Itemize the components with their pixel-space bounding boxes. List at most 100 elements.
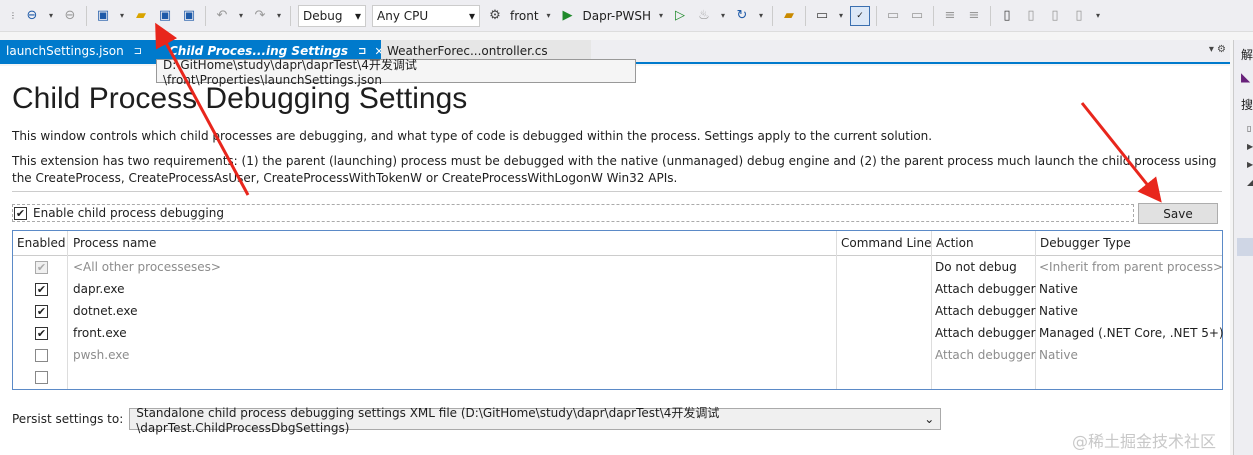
pin-icon[interactable]: ⊐ bbox=[134, 46, 142, 57]
row-debugger-type[interactable]: Native bbox=[1039, 304, 1078, 318]
redo-icon[interactable]: ↷ bbox=[250, 6, 270, 26]
save-all-icon[interactable]: ▣ bbox=[179, 6, 199, 26]
search-char[interactable]: 搜 bbox=[1241, 96, 1253, 113]
row-enabled-checkbox[interactable] bbox=[35, 371, 48, 384]
row-action[interactable]: Do not debug bbox=[935, 260, 1017, 274]
row-enabled-checkbox[interactable]: ✔ bbox=[35, 305, 48, 318]
selected-tree-item[interactable] bbox=[1237, 238, 1253, 256]
platform-value: Any CPU bbox=[377, 8, 429, 23]
persist-label: Persist settings to: bbox=[12, 412, 124, 426]
row-enabled-checkbox[interactable] bbox=[35, 349, 48, 362]
window-layout-icon[interactable]: ▭ bbox=[812, 6, 832, 26]
breakpoint-icon[interactable]: ▭ bbox=[883, 6, 903, 26]
undo-dropdown-icon[interactable]: ▾ bbox=[236, 6, 246, 26]
description-requirements: This extension has two requirements: (1)… bbox=[12, 154, 1217, 185]
bookmark-icon[interactable]: ▯ bbox=[997, 6, 1017, 26]
header-debugger-type[interactable]: Debugger Type bbox=[1040, 236, 1131, 250]
row-action[interactable]: Attach debugger bbox=[935, 348, 1036, 362]
tree-node-icon[interactable]: ▯ bbox=[1247, 124, 1251, 133]
new-item-dropdown-icon[interactable]: ▾ bbox=[117, 6, 127, 26]
persist-select[interactable]: Standalone child process debugging setti… bbox=[129, 406, 942, 435]
tab-launch-settings[interactable]: launchSettings.json ⊐ bbox=[0, 40, 163, 62]
debug-profile-label[interactable]: Dapr-PWSH bbox=[583, 9, 651, 23]
chevron-down-icon: ▾ bbox=[354, 8, 361, 23]
refresh-dropdown-icon[interactable]: ▾ bbox=[756, 6, 766, 26]
description-scope: This window controls which child process… bbox=[12, 129, 933, 143]
spell-check-icon[interactable]: ✓ bbox=[850, 5, 870, 26]
row-action[interactable]: Attach debugger bbox=[935, 304, 1036, 318]
row-debugger-type[interactable]: Native bbox=[1039, 348, 1078, 362]
table-row[interactable]: pwsh.exe Attach debugger Native bbox=[13, 345, 1222, 367]
row-process-name: pwsh.exe bbox=[73, 348, 130, 362]
gear-icon[interactable]: ⚙ bbox=[485, 6, 505, 26]
hot-reload-icon[interactable]: ♨ bbox=[694, 6, 714, 26]
open-folder-icon[interactable]: ▰ bbox=[131, 6, 151, 26]
divider bbox=[12, 191, 1222, 192]
hot-reload-dropdown-icon[interactable]: ▾ bbox=[718, 6, 728, 26]
prev-bookmark-icon[interactable]: ▯ bbox=[1021, 6, 1041, 26]
platform-select[interactable]: Any CPU ▾ bbox=[372, 4, 480, 27]
toolbar-separator bbox=[805, 5, 806, 26]
chevron-right-icon[interactable]: ▶ bbox=[1247, 142, 1253, 151]
row-action[interactable]: Attach debugger bbox=[935, 282, 1036, 296]
table-row[interactable]: ✔ dapr.exe Attach debugger Native bbox=[13, 279, 1222, 301]
tab-overflow-icon[interactable]: ▾ ⚙ bbox=[1209, 44, 1226, 55]
header-enabled[interactable]: Enabled bbox=[17, 236, 66, 250]
tab-label: launchSettings.json bbox=[6, 44, 124, 58]
row-enabled-checkbox[interactable]: ✔ bbox=[35, 283, 48, 296]
chevron-right-icon[interactable]: ▶ bbox=[1247, 160, 1253, 169]
table-row[interactable]: ✔ dotnet.exe Attach debugger Native bbox=[13, 301, 1222, 323]
row-process-name: dotnet.exe bbox=[73, 304, 138, 318]
comment-icon[interactable]: ▭ bbox=[907, 6, 927, 26]
header-command-line[interactable]: Command Line bbox=[841, 236, 932, 250]
chevron-down-icon[interactable]: ◢ bbox=[1247, 178, 1253, 187]
startup-project-label[interactable]: front bbox=[510, 9, 539, 23]
outdent-icon[interactable]: ≡ bbox=[964, 6, 984, 26]
startup-project-dropdown-icon[interactable]: ▾ bbox=[544, 6, 554, 26]
row-debugger-type[interactable]: <Inherit from parent process> bbox=[1039, 260, 1223, 274]
next-bookmark-icon[interactable]: ▯ bbox=[1045, 6, 1065, 26]
layout-dropdown-icon[interactable]: ▾ bbox=[836, 6, 846, 26]
new-item-icon[interactable]: ▣ bbox=[93, 6, 113, 26]
file-path-tooltip: D:\GitHome\study\dapr\daprTest\4开发调试\fro… bbox=[156, 58, 636, 87]
enable-child-debugging-checkbox[interactable]: ✔ bbox=[14, 206, 27, 220]
page-title: Child Process Debugging Settings bbox=[12, 82, 468, 115]
clear-bookmarks-icon[interactable]: ▯ bbox=[1069, 6, 1089, 26]
table-row-new[interactable] bbox=[13, 367, 1222, 389]
back-dropdown-icon[interactable]: ▾ bbox=[46, 6, 56, 26]
row-action[interactable]: Attach debugger bbox=[935, 326, 1036, 340]
row-debugger-type[interactable]: Native bbox=[1039, 282, 1078, 296]
configuration-select[interactable]: Debug ▾ bbox=[298, 4, 366, 27]
vs-icon[interactable]: ◣ bbox=[1241, 70, 1250, 84]
toolbar-separator bbox=[205, 5, 206, 26]
indent-icon[interactable]: ≡ bbox=[940, 6, 960, 26]
table-row[interactable]: ✔ front.exe Attach debugger Managed (.NE… bbox=[13, 323, 1224, 345]
profile-dropdown-icon[interactable]: ▾ bbox=[656, 6, 666, 26]
chevron-down-icon: ⌄ bbox=[924, 412, 935, 426]
start-without-debug-icon[interactable]: ▷ bbox=[670, 6, 690, 26]
header-process-name[interactable]: Process name bbox=[73, 236, 156, 250]
table-row[interactable]: ✔ <All other processeses> Do not debug <… bbox=[13, 257, 1223, 279]
start-debug-icon[interactable]: ▶ bbox=[558, 6, 578, 26]
row-enabled-checkbox[interactable]: ✔ bbox=[35, 327, 48, 340]
enable-child-debugging-row[interactable]: ✔ Enable child process debugging bbox=[12, 204, 1134, 222]
refresh-icon[interactable]: ↻ bbox=[732, 6, 752, 26]
solution-explorer-panel: 解 ◣ 搜 ▯ ▶ ▶ ◢ bbox=[1233, 40, 1253, 455]
row-process-name: dapr.exe bbox=[73, 282, 125, 296]
save-icon[interactable]: ▣ bbox=[155, 6, 175, 26]
configuration-value: Debug bbox=[303, 8, 343, 23]
toolbar-separator bbox=[86, 5, 87, 26]
main-toolbar: ⋮ ⊖ ▾ ⊖ ▣ ▾ ▰ ▣ ▣ ↶ ▾ ↷ ▾ Debug ▾ Any CP… bbox=[0, 0, 1253, 32]
folder-icon[interactable]: ▰ bbox=[779, 6, 799, 26]
toolbar-overflow-icon[interactable]: ▾ bbox=[1093, 6, 1103, 26]
row-enabled-checkbox[interactable]: ✔ bbox=[35, 261, 48, 274]
undo-icon[interactable]: ↶ bbox=[212, 6, 232, 26]
row-debugger-type[interactable]: Managed (.NET Core, .NET 5+) bbox=[1039, 326, 1224, 340]
back-icon[interactable]: ⊖ bbox=[22, 6, 42, 26]
save-button[interactable]: Save bbox=[1138, 203, 1218, 224]
forward-icon[interactable]: ⊖ bbox=[60, 6, 80, 26]
process-grid: Enabled Process name Command Line Action… bbox=[12, 230, 1224, 390]
header-action[interactable]: Action bbox=[936, 236, 974, 250]
redo-dropdown-icon[interactable]: ▾ bbox=[274, 6, 284, 26]
row-process-name: front.exe bbox=[73, 326, 127, 340]
